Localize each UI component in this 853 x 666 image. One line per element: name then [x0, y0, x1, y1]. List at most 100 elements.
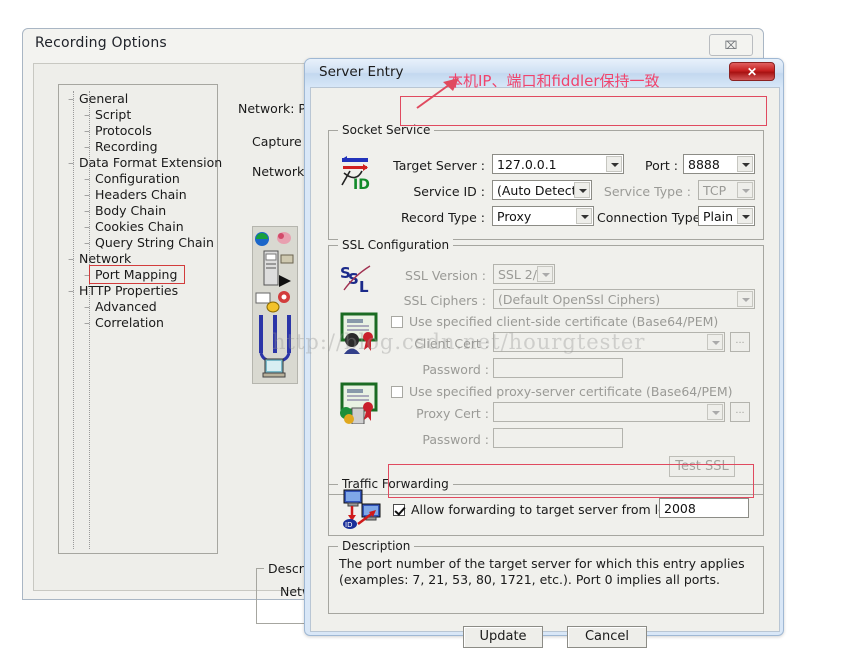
- tree-item-label: HTTP Properties: [79, 283, 179, 298]
- description-legend: Description: [338, 539, 415, 553]
- proxy-cert-checkbox[interactable]: [391, 385, 403, 398]
- update-button-label: Update: [479, 629, 527, 644]
- service-type-value: TCP: [703, 183, 727, 198]
- description-line-1: The port number of the target server for…: [339, 556, 745, 571]
- tree-item-label: Body Chain: [95, 203, 167, 218]
- update-button[interactable]: Update: [463, 626, 543, 648]
- tree-item-label: Data Format Extension: [79, 155, 223, 170]
- proxy-cert-browse-button: ...: [730, 402, 750, 422]
- tree-item-correlation[interactable]: – Correlation: [59, 315, 217, 331]
- record-type-value: Proxy: [497, 209, 532, 224]
- tree-item-script[interactable]: – Script: [59, 107, 217, 123]
- settings-tree-list: – General – Script – Protocols – Recording – Data…: [59, 91, 222, 331]
- socket-service-legend: Socket Service: [338, 123, 435, 137]
- cancel-button[interactable]: Cancel: [567, 626, 647, 648]
- chevron-down-icon: [737, 291, 753, 307]
- client-cert-label: Client Cert :: [414, 336, 489, 351]
- chevron-down-icon: [537, 266, 553, 282]
- tree-branch-icon: –: [84, 204, 90, 218]
- traffic-forwarding-icon: ID: [340, 488, 384, 535]
- port-value: 8888: [688, 157, 720, 172]
- network-diagram-image: [252, 226, 298, 384]
- tree-branch-icon: –: [84, 300, 90, 314]
- tree-branch-icon: –: [84, 108, 90, 122]
- chevron-down-icon[interactable]: [737, 208, 753, 224]
- target-server-value: 127.0.0.1: [497, 157, 557, 172]
- tree-branch-icon: –: [68, 284, 74, 298]
- tree-branch-icon: –: [84, 140, 90, 154]
- server-entry-close-button[interactable]: ✕: [729, 62, 775, 81]
- tree-item-headers-chain[interactable]: – Headers Chain: [59, 187, 217, 203]
- tree-item-data-format-extension[interactable]: – Data Format Extension: [59, 155, 222, 171]
- tree-branch-icon: –: [84, 188, 90, 202]
- ssl-ciphers-label: SSL Ciphers :: [403, 293, 486, 308]
- chevron-down-icon[interactable]: [574, 182, 590, 198]
- port-label: Port :: [645, 158, 678, 173]
- tree-item-cookies-chain[interactable]: – Cookies Chain: [59, 219, 217, 235]
- tree-item-label: Advanced: [95, 299, 157, 314]
- tree-item-label: Port Mapping: [95, 267, 178, 282]
- tree-branch-icon: –: [84, 220, 90, 234]
- service-id-icon: ID: [336, 153, 378, 200]
- client-cert-checkbox-row[interactable]: Use specified client-side certificate (B…: [391, 314, 718, 329]
- tree-item-label: Recording: [95, 139, 158, 154]
- chevron-down-icon: [737, 182, 753, 198]
- close-icon: ⌧: [724, 39, 738, 52]
- svg-text:L: L: [359, 278, 369, 296]
- connection-type-value: Plain: [703, 209, 734, 224]
- client-cert-combo: [493, 332, 725, 352]
- target-server-label: Target Server :: [393, 158, 485, 173]
- proxy-cert-checkbox-label: Use specified proxy-server certificate (…: [409, 384, 733, 399]
- ssl-ciphers-value: (Default OpenSsl Ciphers): [498, 292, 661, 307]
- recording-options-title: Recording Options: [35, 35, 167, 51]
- chevron-down-icon[interactable]: [606, 156, 622, 172]
- recording-options-close-button[interactable]: ⌧: [709, 34, 753, 56]
- tree-item-label: General: [79, 91, 129, 106]
- server-entry-title: Server Entry: [319, 64, 404, 80]
- tree-branch-icon: –: [84, 236, 90, 250]
- chevron-down-icon[interactable]: [576, 208, 592, 224]
- ellipsis-icon: ...: [735, 404, 745, 416]
- chevron-down-icon: [707, 404, 723, 420]
- tree-item-label: Correlation: [95, 315, 164, 330]
- annotation-arrow-icon: [416, 78, 459, 109]
- service-type-label: Service Type :: [603, 184, 691, 199]
- ssl-ciphers-combo: (Default OpenSsl Ciphers): [493, 289, 755, 309]
- chevron-down-icon[interactable]: [737, 156, 753, 172]
- chevron-down-icon: [707, 334, 723, 350]
- proxy-certificate-icon: [338, 380, 380, 429]
- client-password-label: Password :: [422, 362, 489, 377]
- record-type-combo[interactable]: Proxy: [492, 206, 594, 226]
- proxy-cert-checkbox-row[interactable]: Use specified proxy-server certificate (…: [391, 384, 733, 399]
- tree-branch-icon: –: [68, 92, 74, 106]
- proxy-password-input: [493, 428, 623, 448]
- tree-item-recording[interactable]: – Recording: [59, 139, 217, 155]
- port-combo[interactable]: 8888: [683, 154, 755, 174]
- allow-forwarding-checkbox[interactable]: [393, 503, 405, 516]
- tree-item-advanced[interactable]: – Advanced: [59, 299, 217, 315]
- tree-branch-icon: –: [84, 172, 90, 186]
- connection-type-combo[interactable]: Plain: [698, 206, 755, 226]
- client-cert-checkbox[interactable]: [391, 315, 403, 328]
- service-id-label: Service ID :: [413, 184, 485, 199]
- tree-item-body-chain[interactable]: – Body Chain: [59, 203, 217, 219]
- tree-branch-icon: –: [84, 316, 90, 330]
- ssl-icon: S S L: [338, 260, 380, 305]
- tree-item-label: Headers Chain: [95, 187, 187, 202]
- tree-item-configuration[interactable]: – Configuration: [59, 171, 217, 187]
- service-id-combo[interactable]: (Auto Detect): [492, 180, 592, 200]
- local-port-input[interactable]: 2008: [659, 498, 749, 518]
- svg-text:ID: ID: [345, 521, 352, 529]
- service-id-value: (Auto Detect): [497, 183, 582, 198]
- tree-item-general[interactable]: – General: [59, 91, 217, 107]
- tree-item-protocols[interactable]: – Protocols: [59, 123, 217, 139]
- tree-item-query-string-chain[interactable]: – Query String Chain: [59, 235, 217, 251]
- server-entry-client-area: Socket Service ID Target Server : 127.0.…: [310, 87, 780, 648]
- svg-text:ID: ID: [353, 177, 370, 193]
- client-cert-checkbox-label: Use specified client-side certificate (B…: [409, 314, 719, 329]
- ellipsis-icon: ...: [735, 334, 745, 346]
- tree-item-port-mapping[interactable]: – Port Mapping: [59, 265, 217, 284]
- target-server-combo[interactable]: 127.0.0.1: [492, 154, 624, 174]
- tree-item-http-properties[interactable]: – HTTP Properties: [59, 283, 217, 299]
- tree-branch-icon: –: [84, 268, 90, 282]
